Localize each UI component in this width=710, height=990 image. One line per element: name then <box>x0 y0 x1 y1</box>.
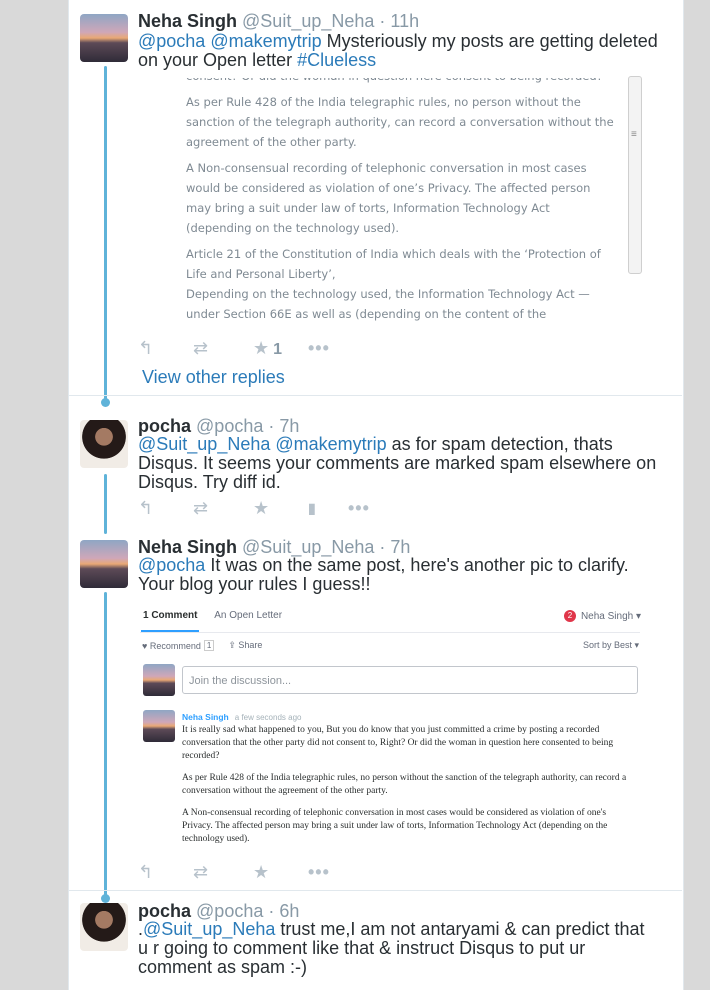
tweet[interactable]: pocha @pocha · 7h @Suit_up_Neha @makemyt… <box>68 396 682 524</box>
avatar[interactable] <box>80 420 128 468</box>
tweet-actions: ↰ ⇄ ★ ▮ ••• <box>138 498 388 518</box>
user-handle[interactable]: @pocha <box>196 416 263 436</box>
avatar[interactable] <box>80 903 128 951</box>
mention-link[interactable]: @Suit_up_Neha <box>143 919 275 939</box>
tweet-text: .@Suit_up_Neha trust me,I am not antarya… <box>138 919 645 977</box>
retweet-icon[interactable]: ⇄ <box>193 862 253 883</box>
comment-time: a few seconds ago <box>234 713 302 722</box>
tweet-header: pocha @pocha · 6h <box>138 901 299 921</box>
mention-link[interactable]: @pocha <box>138 555 205 575</box>
mention-link[interactable]: @pocha @makemytrip <box>138 31 322 51</box>
share-button[interactable]: ⇪ Share <box>228 640 262 651</box>
timestamp[interactable]: · 6h <box>268 901 299 921</box>
favorite-count: 1 <box>273 340 283 358</box>
tweet[interactable]: pocha @pocha · 6h .@Suit_up_Neha trust m… <box>68 891 682 990</box>
retweet-icon[interactable]: ⇄ <box>193 338 253 359</box>
tweet-actions: ↰ ⇄ ★ 1 ••• <box>138 338 348 358</box>
disqus-user-name: Neha Singh ▾ <box>580 610 641 622</box>
tweet-text: @pocha It was on the same post, here's a… <box>138 555 629 594</box>
user-name[interactable]: pocha <box>138 901 191 921</box>
stats-icon[interactable]: ▮ <box>308 500 348 517</box>
user-handle[interactable]: @Suit_up_Neha <box>242 11 374 31</box>
user-name[interactable]: Neha Singh <box>138 537 237 557</box>
embedded-image-disqus[interactable]: 1 Comment An Open Letter 2 Neha Singh ▾ … <box>140 600 645 858</box>
recommend-button[interactable]: ♥ Recommend <box>142 641 201 651</box>
timestamp[interactable]: · 11h <box>379 11 419 31</box>
user-handle[interactable]: @pocha <box>196 901 263 921</box>
article-paragraph: A Non-consensual recording of telephonic… <box>186 161 591 235</box>
tab-title[interactable]: An Open Letter <box>214 610 282 621</box>
scrollbar[interactable]: ≡ <box>628 76 642 274</box>
mention-link[interactable]: @Suit_up_Neha @makemytrip <box>138 434 387 454</box>
sort-dropdown[interactable]: Sort by Best ▾ <box>583 640 639 651</box>
disqus-tabs: 1 Comment An Open Letter <box>143 610 282 621</box>
timestamp[interactable]: · 7h <box>268 416 299 436</box>
reply-icon[interactable]: ↰ <box>138 862 193 883</box>
tweet-header: pocha @pocha · 7h <box>138 416 299 436</box>
comment-paragraph: As per Rule 428 of the India telegraphic… <box>182 773 627 796</box>
disqus-toolbar: ♥ Recommend 1 ⇪ Share <box>142 640 262 651</box>
comment-author: Neha Singh a few seconds ago <box>182 712 302 722</box>
avatar <box>143 664 175 696</box>
comment-paragraph: A Non-consensual recording of telephonic… <box>182 808 608 844</box>
reply-icon[interactable]: ↰ <box>138 498 193 519</box>
article-paragraph: As per Rule 428 of the India telegraphic… <box>186 95 614 149</box>
comment-paragraph: It is really sad what happened to you, B… <box>182 725 614 761</box>
article-paragraph: Article 21 of the Constitution of India … <box>186 247 601 328</box>
divider <box>140 632 640 633</box>
avatar <box>143 710 175 742</box>
tab-comments[interactable]: 1 Comment <box>143 610 197 621</box>
favorite-button[interactable]: ★ 1 <box>253 338 308 359</box>
article-line: consent? Or did the woman in question he… <box>186 78 616 86</box>
disqus-user-menu[interactable]: 2 Neha Singh ▾ <box>563 610 641 622</box>
tweet-header: Neha Singh @Suit_up_Neha · 7h <box>138 537 410 557</box>
comment-body: It is really sad what happened to you, B… <box>182 724 632 855</box>
user-handle[interactable]: @Suit_up_Neha <box>242 537 374 557</box>
tweet-header: Neha Singh @Suit_up_Neha · 11h <box>138 11 419 31</box>
embedded-image-article[interactable]: consent? Or did the woman in question he… <box>174 78 644 328</box>
star-icon[interactable]: ★ <box>253 498 308 519</box>
star-icon[interactable]: ★ <box>253 862 308 883</box>
hashtag-link[interactable]: #Clueless <box>297 50 376 70</box>
more-icon[interactable]: ••• <box>308 338 348 359</box>
reply-icon[interactable]: ↰ <box>138 338 193 359</box>
tweet-text: @Suit_up_Neha @makemytrip as for spam de… <box>138 434 657 492</box>
tweet-actions: ↰ ⇄ ★ ••• <box>138 862 348 882</box>
retweet-icon[interactable]: ⇄ <box>193 498 253 519</box>
user-name[interactable]: Neha Singh <box>138 11 237 31</box>
avatar[interactable] <box>80 540 128 588</box>
recommend-count: 1 <box>203 640 215 651</box>
tweet-text: @pocha @makemytrip Mysteriously my posts… <box>138 31 658 70</box>
star-icon: ★ <box>253 337 270 358</box>
more-icon[interactable]: ••• <box>348 498 388 519</box>
avatar[interactable] <box>80 14 128 62</box>
comment-input[interactable]: Join the discussion... <box>182 666 638 694</box>
user-name[interactable]: pocha <box>138 416 191 436</box>
notification-badge: 2 <box>563 610 576 622</box>
timestamp[interactable]: · 7h <box>379 537 410 557</box>
view-other-replies-link[interactable]: View other replies <box>142 367 285 388</box>
more-icon[interactable]: ••• <box>308 862 348 883</box>
scroll-grip-icon: ≡ <box>631 129 637 140</box>
